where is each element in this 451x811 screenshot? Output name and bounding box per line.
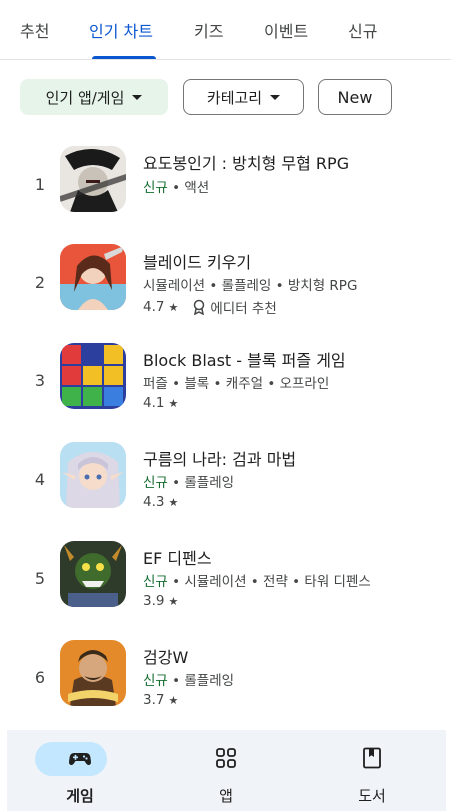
tab-kids[interactable]: 키즈 xyxy=(194,18,223,42)
app-meta: 신규 • 액션 xyxy=(143,180,210,196)
blade-heroine-icon xyxy=(60,244,126,310)
rating-value: 3.7 xyxy=(143,692,165,708)
app-rating: 3.7 ★ xyxy=(143,692,178,708)
list-item[interactable]: 6 검강W 신규 • 롤플레잉 3.7 ★ xyxy=(0,635,451,723)
award-icon xyxy=(194,299,205,315)
app-title: 블레이드 키우기 xyxy=(143,253,252,272)
app-tags: 퍼즐 • 블록 • 캐주얼 • 오프라인 xyxy=(143,376,330,392)
app-rating: 3.9 ★ xyxy=(143,593,178,609)
nav-apps-label: 앱 xyxy=(219,787,233,805)
category-dropdown[interactable]: 카테고리 xyxy=(183,79,304,115)
app-tags: 롤플레잉 xyxy=(184,475,235,491)
app-title: EF 디펜스 xyxy=(143,549,212,568)
new-badge: 신규 xyxy=(143,673,168,689)
swordsman-portrait-icon xyxy=(60,146,126,212)
nav-apps[interactable]: 앱 xyxy=(153,730,299,811)
new-badge: 신규 xyxy=(143,475,168,491)
app-title: Block Blast - 블록 퍼즐 게임 xyxy=(143,351,346,370)
app-meta: 신규 • 롤플레잉 xyxy=(143,673,235,689)
star-icon: ★ xyxy=(168,300,179,314)
app-meta: 신규 • 롤플레잉 xyxy=(143,475,235,491)
nav-games-label: 게임 xyxy=(66,787,94,805)
rank-number: 5 xyxy=(34,569,46,588)
new-badge: 신규 xyxy=(143,180,168,196)
top-tab-bar: 추천 인기 차트 키즈 이벤트 신규 xyxy=(0,0,451,60)
apps-grid-icon xyxy=(216,748,236,768)
rank-number: 3 xyxy=(34,371,46,390)
chevron-down-icon xyxy=(270,94,281,100)
rank-number: 1 xyxy=(34,175,46,194)
app-rating: 4.7 ★ 에디터 추천 xyxy=(143,297,277,317)
app-tags: 롤플레잉 xyxy=(184,673,235,689)
tab-recommended[interactable]: 추천 xyxy=(20,18,49,42)
category-label: 카테고리 xyxy=(206,88,263,107)
list-item[interactable]: 4 구름의 나라: 검과 마법 신규 • 롤플레잉 4.3 ★ xyxy=(0,437,451,525)
app-title: 요도봉인기 : 방치형 무협 RPG xyxy=(143,154,350,173)
app-tags: 시뮬레이션 • 롤플레잉 • 방치형 RPG xyxy=(143,278,358,294)
rank-number: 2 xyxy=(34,273,46,292)
elf-girl-icon xyxy=(60,442,126,508)
rating-value: 4.3 xyxy=(143,494,165,510)
app-meta: 신규 • 시뮬레이션 • 전략 • 타워 디펜스 xyxy=(143,574,371,590)
star-icon: ★ xyxy=(168,396,179,410)
list-item[interactable]: 5 EF 디펜스 신규 • 시뮬레이션 • 전략 • 타워 디펜스 3.9 ★ xyxy=(0,536,451,624)
star-icon: ★ xyxy=(168,495,179,509)
app-title: 구름의 나라: 검과 마법 xyxy=(143,450,297,469)
monster-defense-icon xyxy=(60,541,126,607)
color-blocks-icon xyxy=(60,343,126,409)
new-badge: 신규 xyxy=(143,574,168,590)
bottom-navigation: 게임 앱 도서 xyxy=(7,730,446,811)
gamepad-icon xyxy=(69,753,91,765)
new-filter-label: New xyxy=(337,87,373,107)
app-title: 검강W xyxy=(143,648,189,667)
editors-choice: 에디터 추천 xyxy=(192,297,277,317)
list-item[interactable]: 3 Block Blast - 블록 퍼즐 게임 퍼즐 • 블록 • 캐주얼 •… xyxy=(0,338,451,426)
rank-number: 4 xyxy=(34,470,46,489)
list-item[interactable]: 2 블레이드 키우기 시뮬레이션 • 롤플레잉 • 방치형 RPG 4.7 ★ … xyxy=(0,239,451,327)
nav-games[interactable]: 게임 xyxy=(7,730,153,811)
rating-value: 4.7 xyxy=(143,299,165,315)
app-rating: 4.3 ★ xyxy=(143,494,178,510)
star-icon: ★ xyxy=(168,693,179,707)
nav-books[interactable]: 도서 xyxy=(299,730,445,811)
chart-type-dropdown[interactable]: 인기 앱/게임 xyxy=(20,79,168,115)
rating-value: 4.1 xyxy=(143,395,165,411)
chevron-down-icon xyxy=(132,94,143,100)
tab-events[interactable]: 이벤트 xyxy=(264,18,308,42)
app-tags: 액션 xyxy=(184,180,210,196)
list-item[interactable]: 1 요도봉인기 : 방치형 무협 RPG 신규 • 액션 xyxy=(0,140,451,228)
tab-new[interactable]: 신규 xyxy=(348,18,377,42)
star-icon: ★ xyxy=(168,594,179,608)
nav-books-label: 도서 xyxy=(358,787,386,805)
bookmark-book-icon xyxy=(363,747,381,769)
rating-value: 3.9 xyxy=(143,593,165,609)
editors-choice-label: 에디터 추천 xyxy=(210,301,277,317)
new-filter-chip[interactable]: New xyxy=(318,79,392,115)
app-rating: 4.1 ★ xyxy=(143,395,178,411)
chart-type-label: 인기 앱/게임 xyxy=(45,88,125,107)
rank-number: 6 xyxy=(34,668,46,687)
active-tab-indicator xyxy=(92,56,156,59)
warrior-portrait-icon xyxy=(60,640,126,706)
tab-top-charts[interactable]: 인기 차트 xyxy=(89,18,153,42)
app-tags: 시뮬레이션 • 전략 • 타워 디펜스 xyxy=(184,574,371,590)
